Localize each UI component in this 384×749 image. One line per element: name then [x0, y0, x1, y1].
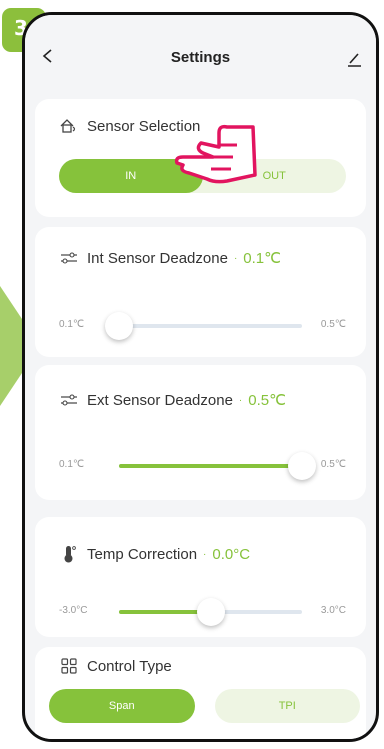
ext-deadzone-header: Ext Sensor Deadzone · 0.5℃ — [59, 391, 286, 409]
int-deadzone-label: Int Sensor Deadzone — [87, 249, 228, 267]
page-title: Settings — [170, 49, 231, 66]
ext-deadzone-label: Ext Sensor Deadzone — [87, 391, 233, 409]
control-type-header: Control Type — [59, 657, 172, 675]
temp-correction-thumb[interactable] — [196, 598, 225, 626]
ext-deadzone-value: 0.5℃ — [248, 392, 286, 409]
ext-deadzone-slider[interactable]: 0.1℃ 0.5℃ — [53, 447, 346, 487]
top-bar: Settings — [25, 15, 376, 93]
deadzone-icon — [59, 249, 79, 267]
control-type-toggle[interactable]: Span TPI — [49, 689, 360, 723]
temp-correction-min: -3.0°C — [59, 605, 88, 616]
ext-deadzone-max: 0.5℃ — [320, 459, 346, 470]
int-deadzone-track[interactable] — [105, 312, 302, 340]
phone-frame: Settings Sensor Selection IN OUT Int Sen… — [22, 12, 379, 742]
control-type-label: Control Type — [87, 657, 172, 675]
edit-icon[interactable] — [346, 51, 362, 67]
temp-correction-card: Temp Correction · 0.0°C -3.0°C 3.0°C — [35, 517, 366, 637]
int-deadzone-min: 0.1℃ — [59, 319, 85, 330]
int-deadzone-thumb[interactable] — [105, 312, 133, 340]
control-tpi-option[interactable]: TPI — [214, 689, 360, 723]
int-deadzone-header: Int Sensor Deadzone · 0.1℃ — [59, 249, 281, 267]
int-deadzone-max: 0.5℃ — [320, 319, 346, 330]
int-deadzone-card: Int Sensor Deadzone · 0.1℃ 0.1℃ 0.5℃ — [35, 227, 366, 357]
temp-correction-label: Temp Correction — [87, 545, 198, 563]
temp-correction-slider[interactable]: -3.0°C 3.0°C — [53, 593, 346, 633]
grid-icon — [59, 657, 79, 675]
home-sensor-icon — [59, 117, 79, 135]
temp-correction-max: 3.0°C — [320, 605, 346, 616]
pointing-hand-icon — [174, 124, 257, 184]
ext-deadzone-min: 0.1℃ — [59, 459, 85, 470]
int-deadzone-value: 0.1℃ — [243, 250, 281, 267]
ext-deadzone-track[interactable] — [119, 452, 316, 480]
control-span-option[interactable]: Span — [49, 689, 195, 723]
deadzone-icon — [59, 391, 79, 409]
ext-deadzone-thumb[interactable] — [288, 452, 316, 480]
temp-correction-header: Temp Correction · 0.0°C — [59, 545, 250, 563]
temp-correction-track[interactable] — [119, 598, 302, 626]
int-deadzone-slider[interactable]: 0.1℃ 0.5℃ — [53, 307, 346, 347]
ext-deadzone-card: Ext Sensor Deadzone · 0.5℃ 0.1℃ 0.5℃ — [35, 365, 366, 500]
control-type-card: Control Type Span TPI — [35, 647, 366, 739]
thermometer-icon — [59, 545, 79, 563]
temp-correction-value: 0.0°C — [212, 545, 251, 563]
